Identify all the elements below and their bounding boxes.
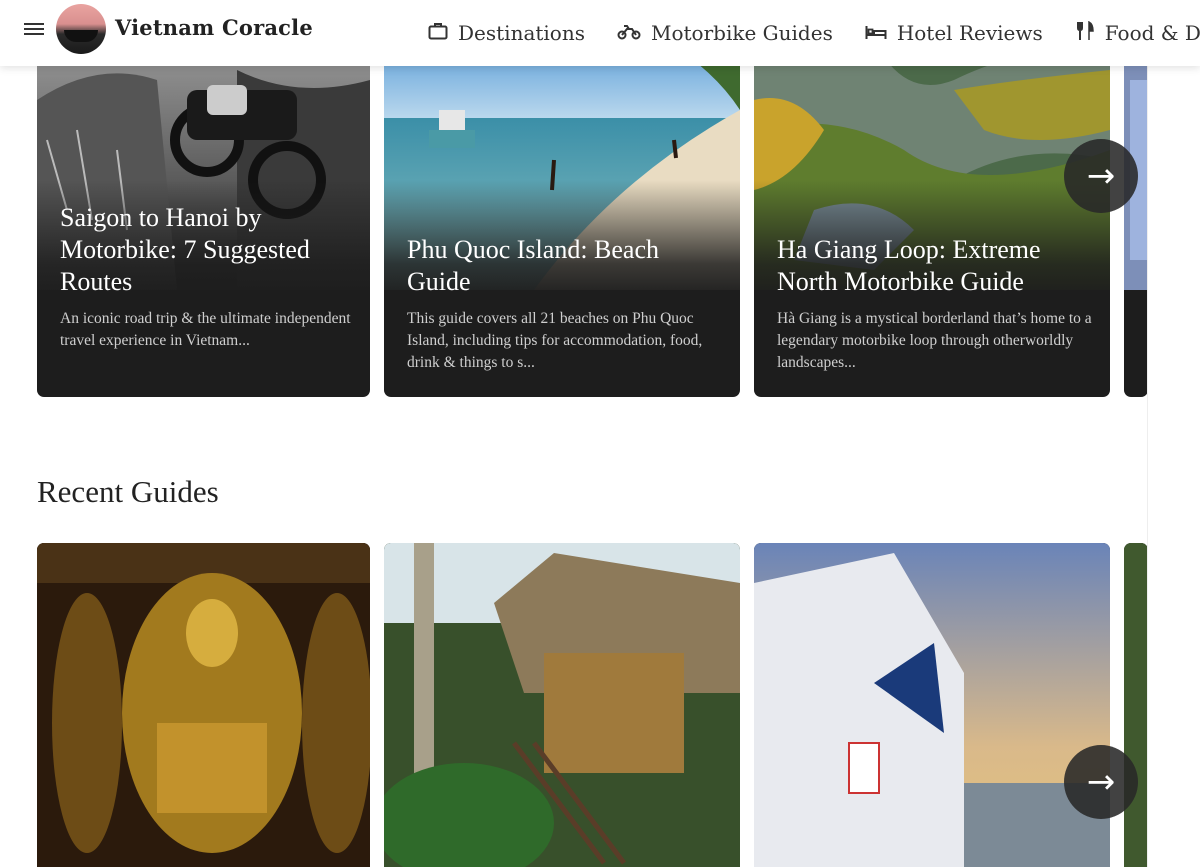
card-excerpt: Hà Giang is a mystical borderland that’s…	[777, 310, 1092, 371]
ferry-photo	[754, 543, 1110, 867]
site-brand[interactable]: Vietnam Coracle	[115, 15, 313, 40]
card-title[interactable]: Ha Giang Loop: Extreme North Motorbike G…	[777, 234, 1092, 298]
nav-destinations[interactable]: Destinations	[428, 21, 585, 45]
nav-motorbike-label: Motorbike Guides	[651, 21, 833, 45]
nav-hotel-reviews[interactable]: Hotel Reviews	[865, 21, 1043, 45]
nav-food-label: Food & Drin	[1104, 21, 1200, 45]
recent-card-ferry[interactable]	[754, 543, 1110, 867]
suitcase-icon	[428, 21, 448, 45]
recent-card-temple[interactable]	[37, 543, 370, 867]
card-excerpt: An iconic road trip & the ultimate indep…	[60, 310, 351, 349]
fork-knife-icon	[1075, 20, 1095, 46]
guide-card-phu-quoc[interactable]: Phu Quoc Island: Beach Guide This guide …	[384, 40, 740, 397]
golden-buddha-photo	[37, 543, 370, 867]
recent-guides-carousel: →	[0, 543, 1200, 867]
guide-card-ha-giang[interactable]: Ha Giang Loop: Extreme North Motorbike G…	[754, 40, 1110, 397]
card-title[interactable]: Saigon to Hanoi by Motorbike: 7 Suggeste…	[60, 202, 352, 298]
site-header: Vietnam Coracle Destinations Motorbike G…	[0, 0, 1200, 66]
nav-motorbike-guides[interactable]: Motorbike Guides	[617, 21, 833, 45]
card-excerpt: This guide covers all 21 beaches on Phu …	[407, 310, 703, 371]
recent-card-partial[interactable]	[1124, 543, 1148, 867]
site-logo[interactable]	[56, 4, 106, 54]
nav-destinations-label: Destinations	[458, 21, 585, 45]
page-edge-divider	[1147, 66, 1148, 867]
motorbike-icon	[617, 21, 641, 45]
hamburger-menu-icon[interactable]	[24, 20, 44, 38]
bungalow-photo	[384, 543, 740, 867]
featured-next-arrow-icon[interactable]: →	[1064, 139, 1138, 213]
partial-photo	[1124, 543, 1148, 867]
guide-card-partial[interactable]	[1124, 40, 1148, 397]
nav-hotel-label: Hotel Reviews	[896, 21, 1043, 45]
card-title[interactable]: Phu Quoc Island: Beach Guide	[407, 234, 722, 298]
guide-card-saigon-hanoi[interactable]: Saigon to Hanoi by Motorbike: 7 Suggeste…	[37, 40, 370, 397]
recent-guides-heading: Recent Guides	[37, 474, 219, 509]
bed-icon	[865, 21, 887, 45]
recent-next-arrow-icon[interactable]: →	[1064, 745, 1138, 819]
nav-food-drink[interactable]: Food & Drin	[1075, 20, 1200, 46]
main-nav: Destinations Motorbike Guides Hotel Revi…	[428, 0, 1200, 66]
recent-card-bungalow[interactable]	[384, 543, 740, 867]
